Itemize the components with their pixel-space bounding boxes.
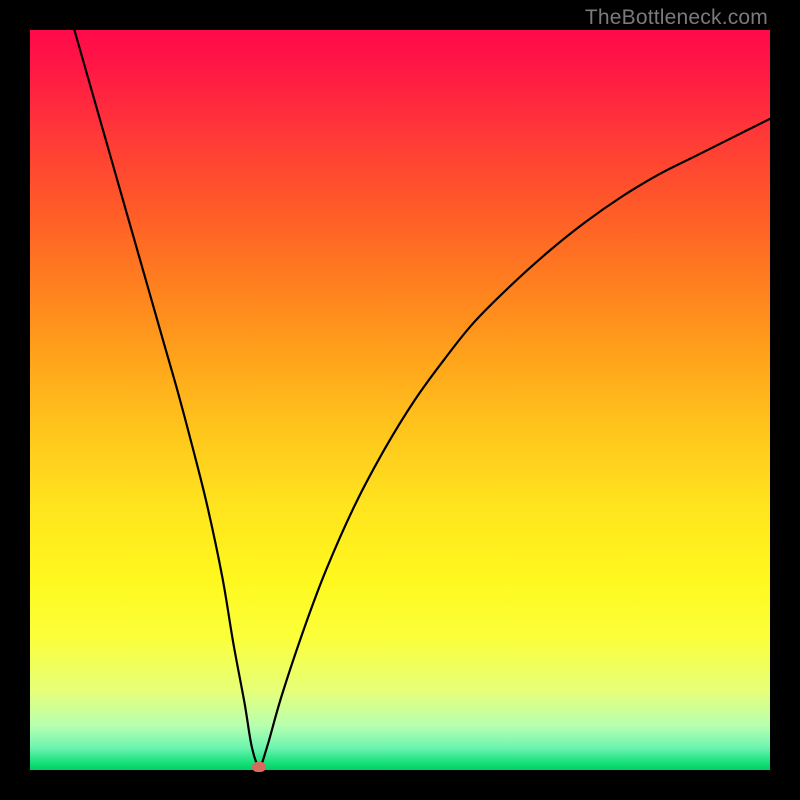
bottleneck-curve — [74, 30, 770, 766]
curve-svg — [30, 30, 770, 770]
chart-frame: TheBottleneck.com — [0, 0, 800, 800]
watermark-text: TheBottleneck.com — [585, 6, 768, 30]
minimum-marker — [252, 762, 266, 772]
plot-area — [30, 30, 770, 770]
